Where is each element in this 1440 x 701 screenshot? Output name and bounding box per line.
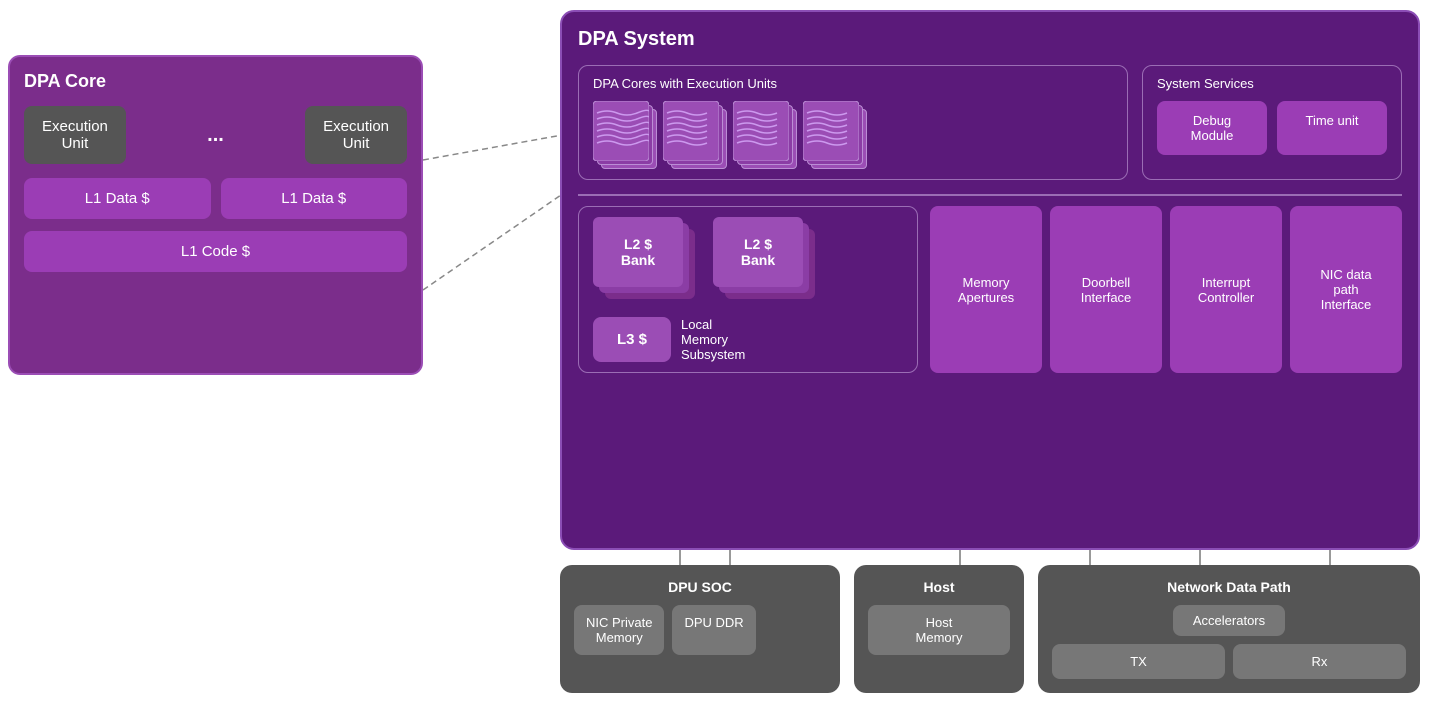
bottom-row: DPU SOC NIC PrivateMemory DPU DDR Host H… [560,565,1420,693]
dpa-core-title: DPA Core [24,71,407,92]
nic-private-memory-box: NIC PrivateMemory [574,605,664,655]
core-stack-3 [733,101,795,169]
host-memory-box: HostMemory [868,605,1010,655]
doorbell-interface-box: DoorbellInterface [1050,206,1162,373]
exec-unit-1: ExecutionUnit [24,106,126,164]
dpa-system-top: DPA Cores with Execution Units [578,65,1402,180]
ndp-tx-rx-row: TX Rx [1052,644,1406,679]
interfaces-area: MemoryApertures DoorbellInterface Interr… [930,206,1402,373]
l1-data-1: L1 Data $ [24,178,211,219]
time-unit-box: Time unit [1277,101,1387,155]
dpa-system-title: DPA System [578,28,1402,51]
system-services-inner: System Services DebugModule Time unit [1142,65,1402,180]
dpa-cores-inner-title: DPA Cores with Execution Units [593,76,1113,91]
exec-unit-2: ExecutionUnit [305,106,407,164]
dpa-system-box: DPA System DPA Cores with Execution Unit… [560,10,1420,550]
interrupt-controller-box: InterruptController [1170,206,1282,373]
l2-bank-stack-1: L2 $Bank [593,217,703,307]
dots-label: ... [136,124,295,147]
l1-data-row: L1 Data $ L1 Data $ [24,178,407,219]
memory-apertures-box: MemoryApertures [930,206,1042,373]
local-memory-label: LocalMemorySubsystem [681,317,745,362]
host-inner: HostMemory [868,605,1010,655]
ndp-box: Network Data Path Accelerators TX Rx [1038,565,1420,693]
core-stack-1 [593,101,655,169]
dpu-soc-title: DPU SOC [574,579,826,595]
local-memory-subsystem: L2 $Bank L2 $Bank L3 $ LocalMemorySubsys… [578,206,918,373]
l2-bank-stack-2: L2 $Bank [713,217,823,307]
host-box: Host HostMemory [854,565,1024,693]
nic-datapath-box: NIC datapathInterface [1290,206,1402,373]
l2-banks-area: L2 $Bank L2 $Bank [593,217,903,307]
host-title: Host [868,579,1010,595]
dpa-core-box: DPA Core ExecutionUnit ... ExecutionUnit… [8,55,423,375]
dpa-cores-inner: DPA Cores with Execution Units [578,65,1128,180]
l3-row: L3 $ LocalMemorySubsystem [593,317,903,362]
debug-module-box: DebugModule [1157,101,1267,155]
system-services-title: System Services [1157,76,1387,91]
dpu-soc-box: DPU SOC NIC PrivateMemory DPU DDR [560,565,840,693]
services-row: DebugModule Time unit [1157,101,1387,155]
l1-data-2: L1 Data $ [221,178,408,219]
l3-box: L3 $ [593,317,671,362]
exec-units-row: ExecutionUnit ... ExecutionUnit [24,106,407,164]
dpa-system-middle: L2 $Bank L2 $Bank L3 $ LocalMemorySubsys… [578,206,1402,373]
ndp-title: Network Data Path [1052,579,1406,595]
core-stack-4 [803,101,865,169]
divider [578,194,1402,196]
rx-box: Rx [1233,644,1406,679]
core-stack-2 [663,101,725,169]
accelerators-box: Accelerators [1173,605,1285,636]
dpu-soc-inner: NIC PrivateMemory DPU DDR [574,605,826,655]
ndp-accelerators-row: Accelerators [1052,605,1406,636]
cores-icons-row [593,101,1113,169]
tx-box: TX [1052,644,1225,679]
l1-code: L1 Code $ [24,231,407,272]
dpu-ddr-box: DPU DDR [672,605,755,655]
